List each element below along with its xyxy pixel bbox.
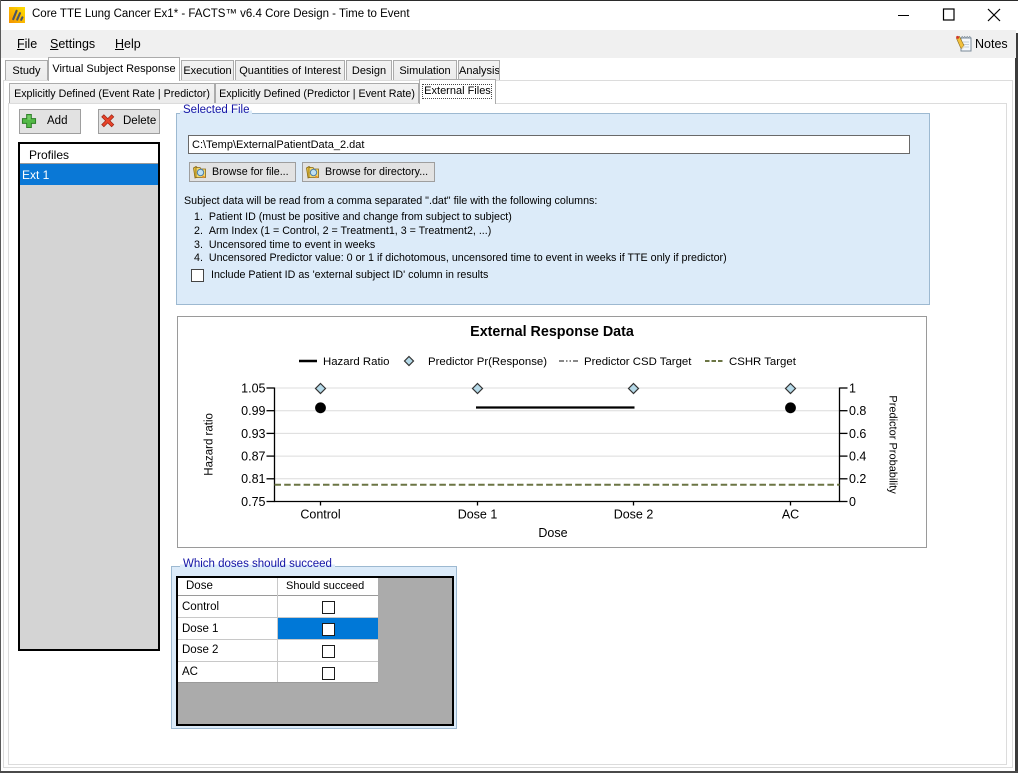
svg-text:1.05: 1.05 — [241, 381, 265, 395]
svg-text:0.75: 0.75 — [241, 495, 265, 509]
svg-text:Predictor Pr(Response): Predictor Pr(Response) — [428, 356, 547, 368]
svg-text:0.99: 0.99 — [241, 404, 265, 418]
svg-text:Dose: Dose — [538, 526, 567, 540]
svg-text:Control: Control — [300, 508, 340, 522]
svg-text:Dose 1: Dose 1 — [458, 508, 498, 522]
svg-text:0.93: 0.93 — [241, 427, 265, 441]
svg-text:AC: AC — [782, 508, 799, 522]
svg-text:0.4: 0.4 — [849, 450, 866, 464]
svg-text:Predictor CSD Target: Predictor CSD Target — [584, 356, 692, 368]
svg-text:0.81: 0.81 — [241, 472, 265, 486]
svg-text:0.87: 0.87 — [241, 450, 265, 464]
svg-text:Hazard Ratio: Hazard Ratio — [323, 356, 389, 368]
svg-text:Predictor Probability: Predictor Probability — [887, 395, 899, 494]
svg-text:0.8: 0.8 — [849, 404, 866, 418]
svg-text:Hazard ratio: Hazard ratio — [204, 413, 216, 476]
svg-text:External Response Data: External Response Data — [470, 324, 635, 340]
svg-text:CSHR Target: CSHR Target — [729, 356, 797, 368]
svg-text:0: 0 — [849, 495, 856, 509]
svg-text:0.6: 0.6 — [849, 427, 866, 441]
svg-text:Dose 2: Dose 2 — [614, 508, 654, 522]
svg-text:0.2: 0.2 — [849, 472, 866, 486]
svg-text:1: 1 — [849, 381, 856, 395]
